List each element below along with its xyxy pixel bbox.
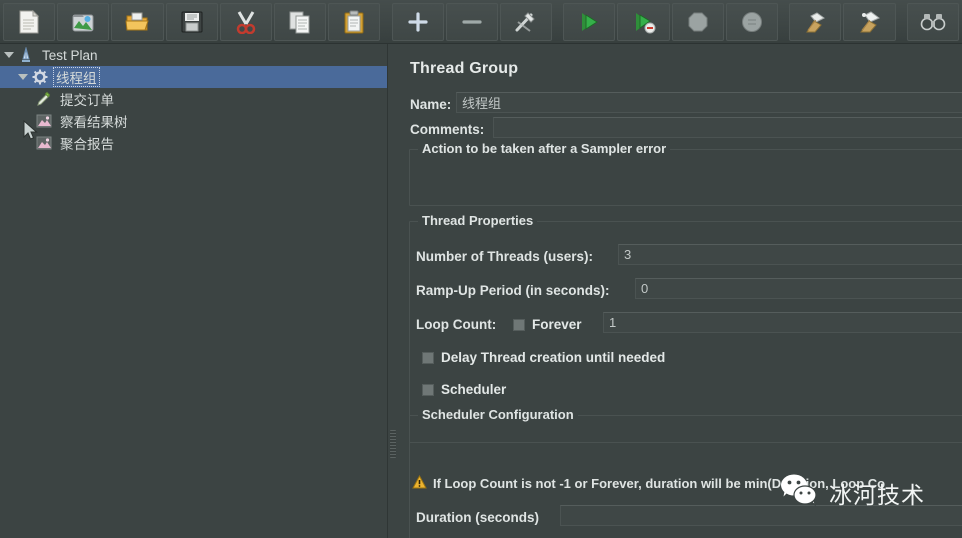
duration-input[interactable] — [560, 505, 962, 526]
scheduler-label: Scheduler — [441, 382, 507, 397]
minus-icon — [461, 11, 483, 33]
tree-item-submit-order[interactable]: 提交订单 — [0, 88, 387, 110]
delay-thread-creation-checkbox[interactable]: Delay Thread creation until needed — [422, 350, 665, 365]
toggle-wand-icon — [514, 10, 538, 34]
toggle-button[interactable] — [499, 2, 553, 41]
new-button[interactable] — [3, 2, 56, 41]
tree-item-label: 察看结果树 — [60, 115, 128, 130]
search-button[interactable] — [906, 2, 960, 41]
tree-item-aggregate-report[interactable]: 聚合报告 — [0, 132, 387, 154]
chevron-down-icon[interactable] — [16, 66, 30, 88]
http-sampler-icon — [34, 89, 54, 109]
stop-octagon-icon — [686, 10, 710, 34]
view-results-tree-icon — [34, 111, 54, 131]
scheduler-warning-text: If Loop Count is not -1 or Forever, dura… — [433, 476, 886, 491]
test-plan-tree[interactable]: Test Plan 线程组 提交订单 察看结果树 聚合报告 — [0, 44, 388, 538]
clear-broom-icon — [803, 10, 827, 34]
scheduler-checkbox[interactable]: Scheduler — [422, 382, 506, 397]
thread-properties-group-title: Thread Properties — [418, 213, 538, 228]
clipboard-paste-icon — [343, 10, 365, 34]
clear-button[interactable] — [789, 2, 842, 41]
test-plan-icon — [16, 45, 36, 65]
tree-item-label: 线程组 — [53, 67, 100, 87]
loop-count-label: Loop Count: — [416, 317, 497, 332]
comments-input[interactable] — [493, 117, 962, 138]
checkbox-box-icon — [422, 383, 434, 396]
play-no-pause-icon — [632, 10, 656, 34]
toolbar-separator-3 — [779, 3, 788, 41]
binoculars-icon — [920, 12, 946, 32]
tree-item-view-results-tree[interactable]: 察看结果树 — [0, 110, 387, 132]
tree-item-thread-group[interactable]: 线程组 — [0, 66, 387, 88]
ramp-up-period-input[interactable]: 0 — [635, 278, 962, 299]
sampler-error-group: Action to be taken after a Sampler error… — [409, 141, 962, 206]
loop-count-input[interactable]: 1 — [603, 312, 962, 333]
paste-button[interactable] — [328, 2, 381, 41]
thread-group-config-panel: Thread Group Name: 线程组 Comments: Action … — [398, 44, 962, 538]
page-title: Thread Group — [410, 60, 519, 77]
checkbox-box-icon — [513, 318, 525, 331]
tree-item-label: 聚合报告 — [60, 137, 114, 152]
templates-icon — [71, 10, 95, 34]
expand-all-button[interactable] — [391, 2, 444, 41]
sampler-error-group-title: Action to be taken after a Sampler error — [418, 141, 671, 156]
name-input[interactable]: 线程组 — [456, 92, 962, 113]
plus-icon — [407, 11, 429, 33]
stop-button[interactable] — [671, 2, 724, 41]
start-button[interactable] — [563, 2, 616, 41]
comments-label: Comments: — [410, 122, 485, 137]
delay-thread-creation-label: Delay Thread creation until needed — [441, 350, 666, 365]
splitter-grip[interactable] — [390, 430, 396, 458]
tree-item-label: 提交订单 — [60, 93, 114, 108]
number-of-threads-label: Number of Threads (users): — [416, 249, 594, 264]
forever-checkbox[interactable]: Forever — [513, 317, 582, 332]
thread-group-icon — [30, 67, 50, 87]
forever-label: Forever — [532, 317, 582, 332]
tree-item-test-plan[interactable]: Test Plan — [0, 44, 387, 66]
number-of-threads-input[interactable]: 3 — [618, 244, 962, 265]
shutdown-button[interactable] — [725, 2, 778, 41]
panel-splitter[interactable] — [388, 44, 398, 538]
chevron-down-icon[interactable] — [2, 44, 16, 66]
toolbar-separator-2 — [553, 3, 562, 41]
collapse-all-button[interactable] — [445, 2, 498, 41]
name-label: Name: — [410, 97, 452, 112]
aggregate-report-icon — [34, 133, 54, 153]
scissors-icon — [235, 10, 257, 34]
new-document-icon — [18, 9, 40, 34]
copy-button[interactable] — [273, 2, 327, 41]
cut-button[interactable] — [219, 2, 272, 41]
ramp-up-period-label: Ramp-Up Period (in seconds): — [416, 283, 610, 298]
scheduler-configuration-group-title: Scheduler Configuration — [418, 407, 578, 422]
templates-button[interactable] — [57, 2, 110, 41]
save-button[interactable] — [165, 2, 218, 41]
clear-all-broom-icon — [858, 10, 882, 34]
toolbar-separator-4 — [897, 3, 906, 41]
shutdown-circle-icon — [740, 10, 764, 34]
toolbar-separator-1 — [381, 3, 390, 41]
start-no-pauses-button[interactable] — [617, 2, 670, 41]
copy-pages-icon — [288, 10, 312, 34]
play-green-icon — [577, 10, 601, 34]
warning-triangle-icon — [412, 474, 427, 492]
scheduler-warning: If Loop Count is not -1 or Forever, dura… — [412, 474, 886, 492]
open-folder-icon — [125, 11, 150, 33]
duration-label: Duration (seconds) — [416, 510, 540, 525]
tree-item-label: Test Plan — [42, 47, 98, 63]
open-button[interactable] — [111, 2, 164, 41]
checkbox-box-icon — [422, 351, 434, 364]
save-floppy-icon — [181, 11, 203, 33]
clear-all-button[interactable] — [843, 2, 896, 41]
main-toolbar — [0, 0, 962, 44]
